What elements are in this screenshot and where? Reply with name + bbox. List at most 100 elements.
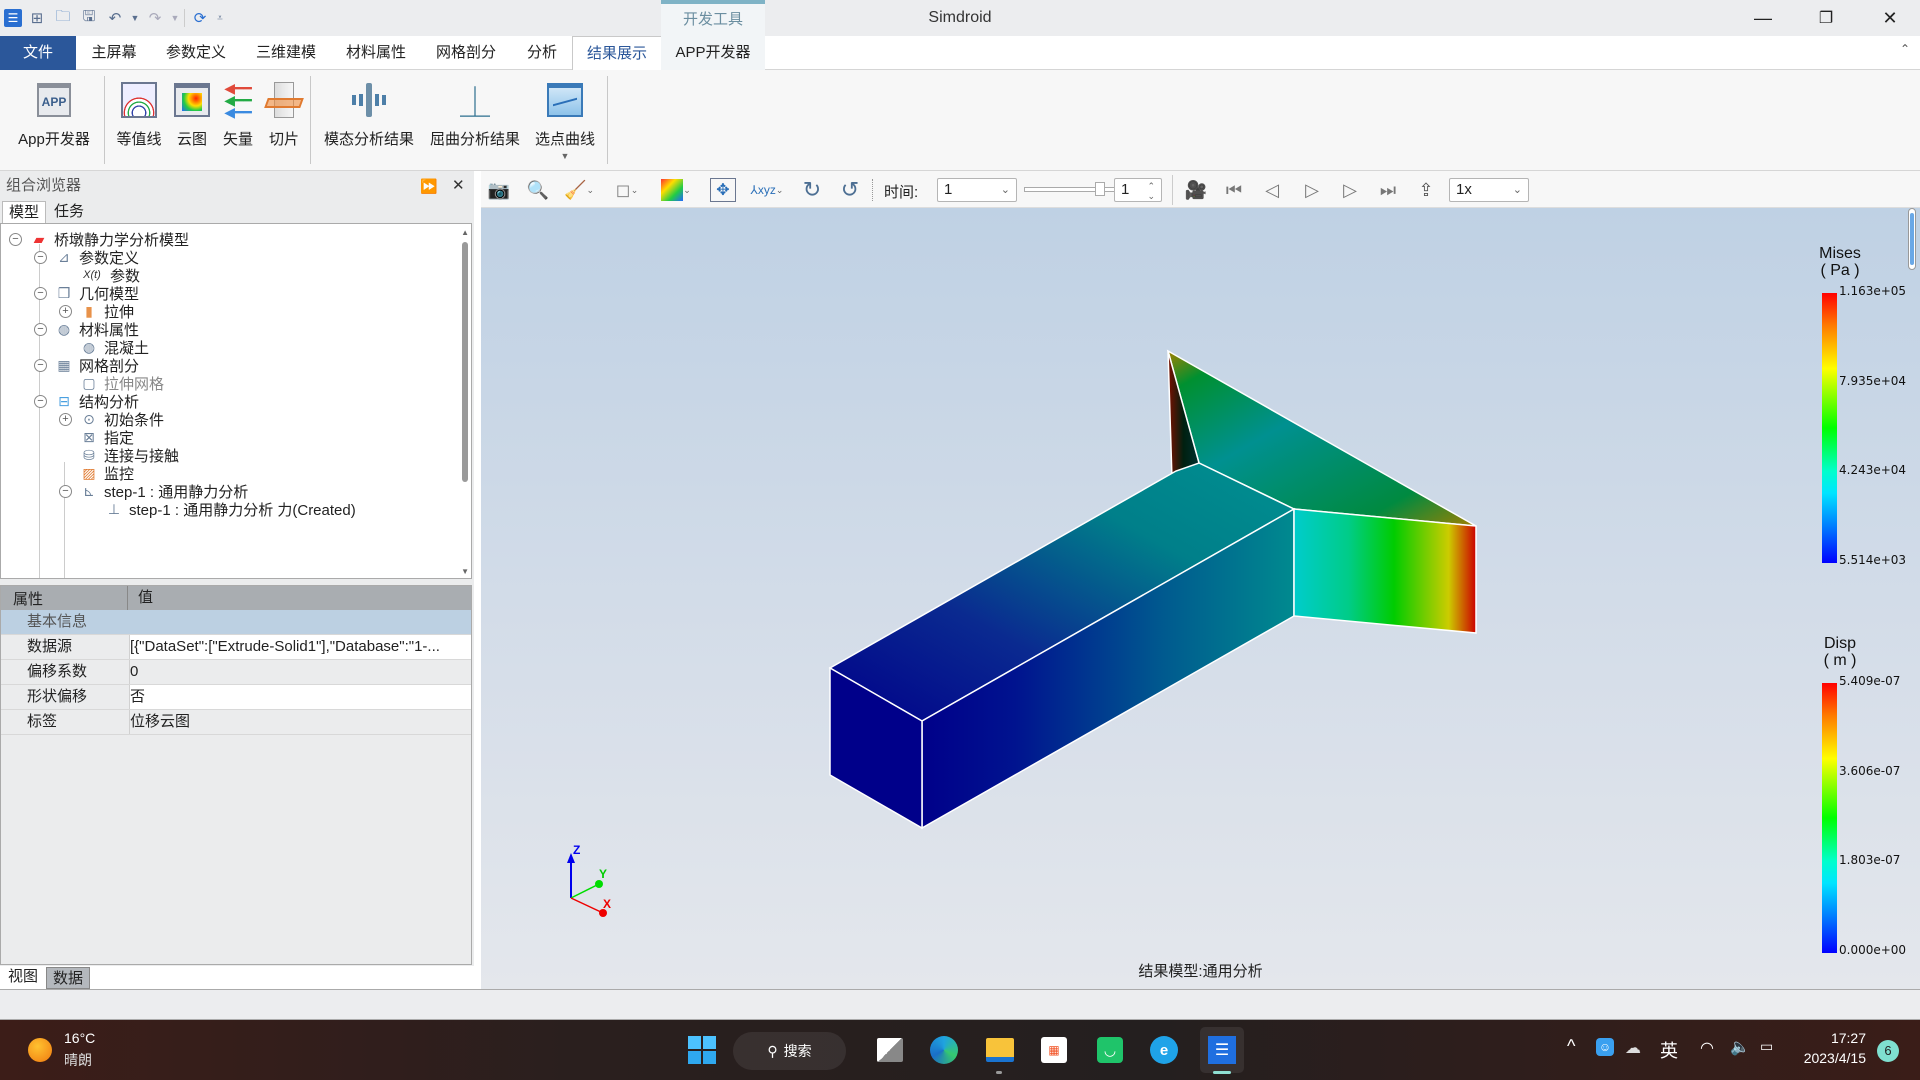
weather-temperature[interactable]: 16°C bbox=[64, 1030, 95, 1046]
file-explorer-button[interactable] bbox=[984, 1034, 1016, 1066]
battery-charging-icon[interactable]: ▭ bbox=[1760, 1038, 1773, 1055]
tab-analysis[interactable]: 分析 bbox=[518, 36, 566, 70]
tab-home[interactable]: 主屏幕 bbox=[80, 36, 148, 70]
redo-dropdown-icon[interactable]: ▼ bbox=[170, 7, 180, 29]
browser-app-button[interactable]: e bbox=[1148, 1034, 1180, 1066]
minimize-button[interactable]: — bbox=[1733, 0, 1793, 36]
tab-file[interactable]: 文件 bbox=[0, 36, 76, 70]
tree-item[interactable]: ⊥ step-1 : 通用静力分析 力(Created) bbox=[84, 498, 356, 520]
tree-scrollbar[interactable] bbox=[462, 242, 468, 482]
float-panel-icon[interactable]: ⏩ bbox=[420, 171, 437, 201]
shopping-app-button[interactable]: ◡ bbox=[1094, 1034, 1126, 1066]
save-icon[interactable]: 🖫 bbox=[78, 7, 100, 29]
property-value[interactable]: 否 bbox=[129, 685, 471, 709]
refresh-icon[interactable]: ⟳ bbox=[189, 7, 211, 29]
buckling-analysis-button[interactable]: ⏊ 屈曲分析结果 bbox=[426, 80, 524, 149]
fit-all-button[interactable]: ✥ bbox=[709, 177, 737, 203]
simdroid-taskbar-button[interactable]: ☰ bbox=[1200, 1027, 1244, 1073]
weather-description[interactable]: 晴朗 bbox=[64, 1050, 92, 1070]
frame-spinbox[interactable]: 1 ⌃ ⌄ bbox=[1114, 178, 1162, 202]
next-frame-button[interactable]: ▷ bbox=[1337, 177, 1363, 203]
tab-parameter-definition[interactable]: 参数定义 bbox=[158, 36, 234, 70]
collapse-icon[interactable]: − bbox=[34, 250, 47, 264]
record-video-button[interactable]: 🎥 bbox=[1181, 177, 1211, 203]
tray-app-icon[interactable]: ☺ bbox=[1596, 1038, 1614, 1056]
collapse-icon[interactable]: − bbox=[9, 232, 22, 246]
tab-task[interactable]: 任务 bbox=[48, 201, 90, 223]
point-curve-button[interactable]: 选点曲线 ▼ bbox=[532, 80, 598, 161]
redo-icon[interactable]: ↷ bbox=[144, 7, 166, 29]
close-panel-icon[interactable]: ✕ bbox=[452, 171, 465, 201]
tab-material-properties[interactable]: 材料属性 bbox=[338, 36, 414, 70]
customize-qat-icon[interactable]: ⩡ bbox=[215, 7, 225, 29]
wifi-icon[interactable]: ◠ bbox=[1700, 1038, 1714, 1058]
property-row-offset-factor[interactable]: 偏移系数 0 bbox=[1, 660, 471, 685]
collapse-icon[interactable]: − bbox=[34, 358, 47, 372]
vector-button[interactable]: ◀━━ ◀━━ ◀━━ 矢量 bbox=[218, 80, 258, 149]
export-button[interactable]: ⇪ bbox=[1413, 177, 1439, 203]
clear-button[interactable]: 🧹 ⌄ bbox=[561, 177, 597, 203]
app-logo-icon[interactable]: ☰ bbox=[4, 9, 22, 27]
point-curve-dropdown-icon[interactable]: ▼ bbox=[561, 151, 570, 161]
undo-icon[interactable]: ↶ bbox=[104, 7, 126, 29]
render-mode-button[interactable]: ⌄ bbox=[657, 177, 695, 203]
play-button[interactable]: ▷ bbox=[1299, 177, 1325, 203]
weather-sun-icon[interactable] bbox=[28, 1038, 52, 1062]
tab-meshing[interactable]: 网格剖分 bbox=[428, 36, 504, 70]
property-row-label[interactable]: 标签 位移云图 bbox=[1, 710, 471, 735]
volume-icon[interactable]: 🔈 bbox=[1730, 1037, 1750, 1057]
tab-view[interactable]: 视图 bbox=[2, 966, 44, 988]
microsoft-store-button[interactable]: ▦ bbox=[1038, 1034, 1070, 1066]
result-model-canvas[interactable]: Z Y X bbox=[481, 208, 1920, 989]
notification-badge[interactable]: 6 bbox=[1877, 1040, 1899, 1062]
property-value[interactable]: [{"DataSet":["Extrude-Solid1"],"Database… bbox=[129, 635, 471, 659]
time-slider-thumb[interactable] bbox=[1095, 182, 1105, 196]
expand-icon[interactable]: + bbox=[59, 412, 72, 426]
search-box[interactable]: ⚲ 搜索 bbox=[733, 1032, 846, 1070]
property-row-data-source[interactable]: 数据源 [{"DataSet":["Extrude-Solid1"],"Data… bbox=[1, 635, 471, 660]
property-row-shape-offset[interactable]: 形状偏移 否 bbox=[1, 685, 471, 710]
scroll-up-icon[interactable]: ▲ bbox=[461, 228, 469, 237]
onedrive-cloud-icon[interactable]: ☁ bbox=[1625, 1038, 1641, 1058]
cloud-map-button[interactable]: 云图 bbox=[172, 80, 212, 149]
axis-view-button[interactable]: ⅄xyz ⌄ bbox=[747, 177, 787, 203]
collapse-icon[interactable]: − bbox=[34, 286, 47, 300]
close-button[interactable]: ✕ bbox=[1860, 0, 1920, 36]
zoom-fit-button[interactable]: 🔍 bbox=[523, 177, 553, 203]
task-view-button[interactable] bbox=[874, 1034, 906, 1066]
screenshot-button[interactable]: 📷 bbox=[485, 177, 513, 203]
tab-results-display[interactable]: 结果展示 bbox=[572, 36, 662, 71]
open-folder-icon[interactable]: 🗀 bbox=[52, 7, 74, 29]
undo-dropdown-icon[interactable]: ▼ bbox=[130, 7, 140, 29]
playback-speed-select[interactable]: 1x ⌄ bbox=[1449, 178, 1529, 202]
collapse-icon[interactable]: − bbox=[34, 322, 47, 336]
expand-icon[interactable]: + bbox=[59, 304, 72, 318]
property-value[interactable]: 位移云图 bbox=[129, 710, 471, 734]
rotate-ccw-button[interactable]: ↺ bbox=[835, 177, 865, 203]
property-group-basic-info[interactable]: 基本信息 bbox=[1, 610, 471, 635]
contour-lines-button[interactable]: 等值线 bbox=[114, 80, 164, 149]
spin-arrows-icon[interactable]: ⌃ ⌄ bbox=[1147, 181, 1155, 201]
view-cube-button[interactable]: ◻ ⌄ bbox=[609, 177, 645, 203]
tab-model[interactable]: 模型 bbox=[2, 201, 47, 223]
slice-button[interactable]: 切片 bbox=[264, 80, 304, 149]
show-hidden-icons-chevron[interactable]: ^ bbox=[1567, 1036, 1575, 1057]
time-select[interactable]: 1 ⌄ bbox=[937, 178, 1017, 202]
tab-3d-modeling[interactable]: 三维建模 bbox=[248, 36, 324, 70]
start-button[interactable] bbox=[686, 1034, 718, 1066]
last-frame-button[interactable]: ⏭ bbox=[1375, 177, 1401, 203]
edge-browser-button[interactable] bbox=[928, 1034, 960, 1066]
collapse-ribbon-icon[interactable]: ⌃ bbox=[1900, 42, 1910, 56]
new-file-icon[interactable]: ⊞ bbox=[26, 7, 48, 29]
previous-frame-button[interactable]: ◁ bbox=[1259, 177, 1285, 203]
collapse-icon[interactable]: − bbox=[59, 484, 72, 498]
3d-viewport[interactable]: Z Y X Mises ( Pa ) 1.163e+05 7.935e+04 4… bbox=[481, 208, 1920, 989]
tab-app-developer[interactable]: APP开发器 bbox=[661, 36, 765, 70]
collapse-icon[interactable]: − bbox=[34, 394, 47, 408]
modal-analysis-button[interactable]: 模态分析结果 bbox=[320, 80, 418, 149]
input-method-indicator[interactable]: 英 bbox=[1660, 1037, 1678, 1063]
clock-time[interactable]: 17:27 bbox=[1798, 1030, 1866, 1046]
clock-date[interactable]: 2023/4/15 bbox=[1786, 1050, 1866, 1066]
restore-button[interactable]: ❐ bbox=[1796, 0, 1856, 36]
scroll-down-icon[interactable]: ▼ bbox=[461, 567, 469, 576]
